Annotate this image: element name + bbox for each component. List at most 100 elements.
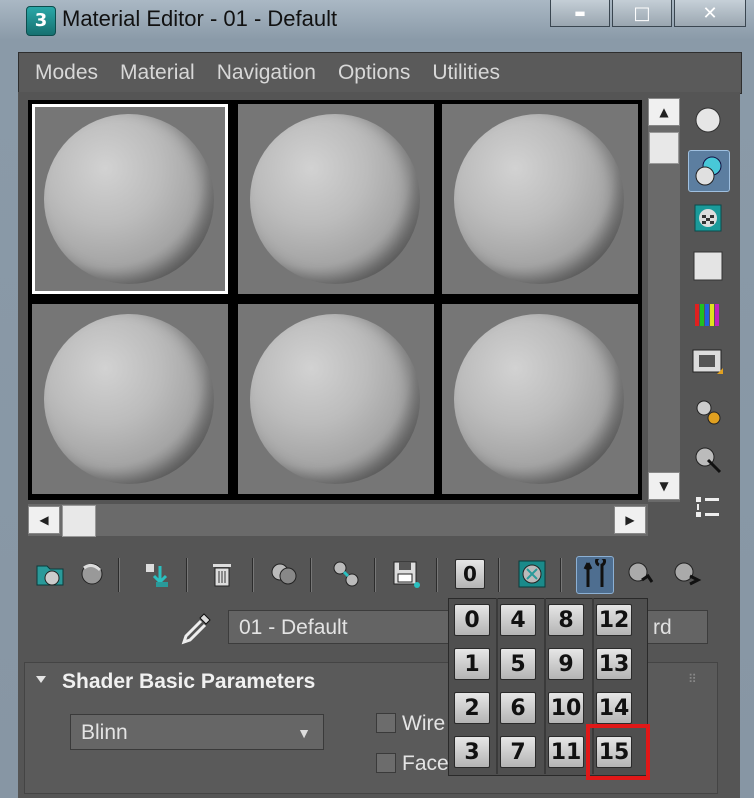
channel-option-11[interactable]: 11 (548, 736, 584, 768)
menu-utilities[interactable]: Utilities (432, 61, 500, 85)
popup-column-separator (544, 598, 546, 774)
close-button[interactable]: ✕ (674, 0, 746, 27)
rollout-title[interactable]: Shader Basic Parameters (62, 670, 315, 694)
face-map-checkbox-label: Face (402, 752, 449, 775)
face-map-checkbox[interactable] (376, 753, 396, 773)
material-sphere (250, 114, 420, 284)
scroll-left-button[interactable]: ◀ (28, 506, 60, 534)
horizontal-scrollbar[interactable]: ◀ ▶ (28, 504, 648, 537)
app-icon[interactable]: 3 (26, 6, 56, 36)
material-editor-window: 3 Material Editor - 01 - Default ▬ □ ✕ M… (0, 0, 754, 798)
minimize-icon: ▬ (574, 6, 586, 20)
rollout-collapse-icon[interactable] (36, 676, 46, 683)
vertical-scroll-thumb[interactable] (649, 132, 679, 164)
make-unique-button[interactable] (328, 556, 364, 592)
toolbar-separator (560, 558, 562, 592)
show-end-result-button[interactable] (576, 556, 614, 594)
floppy-disk-icon (393, 561, 420, 588)
backlight-button[interactable] (688, 150, 730, 192)
window-title: Material Editor - 01 - Default (62, 6, 338, 31)
make-material-copy-button[interactable] (266, 556, 302, 592)
scroll-down-button[interactable]: ▼ (648, 472, 680, 500)
channel-option-14[interactable]: 14 (596, 692, 632, 724)
sample-slot-5[interactable] (238, 304, 434, 494)
reset-map-button[interactable] (204, 556, 240, 592)
material-type-button[interactable]: rd (646, 610, 708, 644)
window-controls: ▬ □ ✕ (550, 0, 746, 30)
wire-checkbox[interactable] (376, 713, 396, 733)
go-to-sibling-icon (674, 562, 702, 586)
channel-option-13[interactable]: 13 (596, 648, 632, 680)
put-to-scene-icon (81, 563, 103, 585)
material-map-navigator-button[interactable] (688, 488, 728, 528)
channel-option-3[interactable]: 3 (454, 736, 490, 768)
material-id-channel-button[interactable]: 0 (452, 556, 488, 592)
background-button[interactable] (688, 198, 728, 238)
select-by-material-button[interactable] (688, 440, 728, 480)
shader-dropdown[interactable]: Blinn ▼ (70, 714, 324, 750)
eyedropper-icon (181, 613, 211, 645)
toolbar-separator (436, 558, 438, 592)
show-shaded-material-button[interactable] (514, 556, 550, 592)
channel-option-10[interactable]: 10 (548, 692, 584, 724)
scroll-up-button[interactable]: ▲ (648, 98, 680, 126)
channel-option-8[interactable]: 8 (548, 604, 584, 636)
scroll-right-button[interactable]: ▶ (614, 506, 646, 534)
go-to-parent-button[interactable] (622, 556, 658, 592)
assign-material-to-selection-button[interactable] (140, 556, 176, 592)
right-toolbar (684, 98, 732, 538)
channel-option-1[interactable]: 1 (454, 648, 490, 680)
menu-modes[interactable]: Modes (35, 61, 98, 85)
channel-option-7[interactable]: 7 (500, 736, 536, 768)
channel-option-5[interactable]: 5 (500, 648, 536, 680)
video-color-check-button[interactable] (688, 294, 728, 334)
material-id-channel-value: 0 (455, 559, 485, 589)
sample-slot-1[interactable] (32, 104, 228, 294)
select-by-material-icon (695, 447, 722, 474)
uv-tiling-icon (693, 251, 723, 281)
arrow-up-icon: ▲ (659, 105, 669, 119)
get-material-icon (36, 565, 64, 586)
maximize-button[interactable]: □ (612, 0, 672, 27)
menu-material[interactable]: Material (120, 61, 195, 85)
put-to-library-button[interactable] (388, 556, 424, 592)
sample-slot-3[interactable] (442, 104, 638, 294)
title-bar[interactable]: 3 Material Editor - 01 - Default ▬ □ ✕ (0, 0, 754, 44)
toolbar-separator (186, 558, 188, 592)
show-end-result-icon (583, 559, 606, 587)
channel-option-2[interactable]: 2 (454, 692, 490, 724)
channel-option-12[interactable]: 12 (596, 604, 632, 636)
get-material-button[interactable] (32, 556, 68, 592)
wire-checkbox-label: Wire (402, 712, 446, 735)
make-preview-button[interactable] (688, 342, 728, 382)
menu-options[interactable]: Options (338, 61, 410, 85)
go-forward-to-sibling-button[interactable] (668, 556, 704, 592)
sample-slots-grid (28, 100, 642, 500)
sample-slot-6[interactable] (442, 304, 638, 494)
sample-uv-tiling-button[interactable] (688, 246, 728, 286)
put-material-to-scene-button[interactable] (74, 556, 110, 592)
channel-option-4[interactable]: 4 (500, 604, 536, 636)
material-name-field[interactable]: 01 - Default (228, 610, 452, 644)
channel-option-0[interactable]: 0 (454, 604, 490, 636)
sample-slot-4[interactable] (32, 304, 228, 494)
toolbar-separator (310, 558, 312, 592)
vertical-scrollbar[interactable]: ▲ ▼ (648, 98, 680, 502)
pick-material-from-object-button[interactable] (180, 610, 214, 646)
make-copy-icon (271, 563, 297, 585)
sample-slot-2[interactable] (238, 104, 434, 294)
checker-background-icon (694, 204, 722, 232)
sample-type-button[interactable] (688, 100, 728, 140)
go-to-parent-icon (628, 562, 654, 583)
toolbar-separator (252, 558, 254, 592)
horizontal-scroll-thumb[interactable] (62, 505, 96, 537)
film-preview-icon (692, 349, 723, 374)
menu-navigation[interactable]: Navigation (217, 61, 316, 85)
arrow-down-icon: ▼ (659, 479, 669, 493)
minimize-button[interactable]: ▬ (550, 0, 610, 27)
channel-option-6[interactable]: 6 (500, 692, 536, 724)
options-button[interactable] (688, 392, 728, 432)
arrow-right-icon: ▶ (625, 513, 635, 527)
material-sphere (44, 114, 214, 284)
channel-option-9[interactable]: 9 (548, 648, 584, 680)
